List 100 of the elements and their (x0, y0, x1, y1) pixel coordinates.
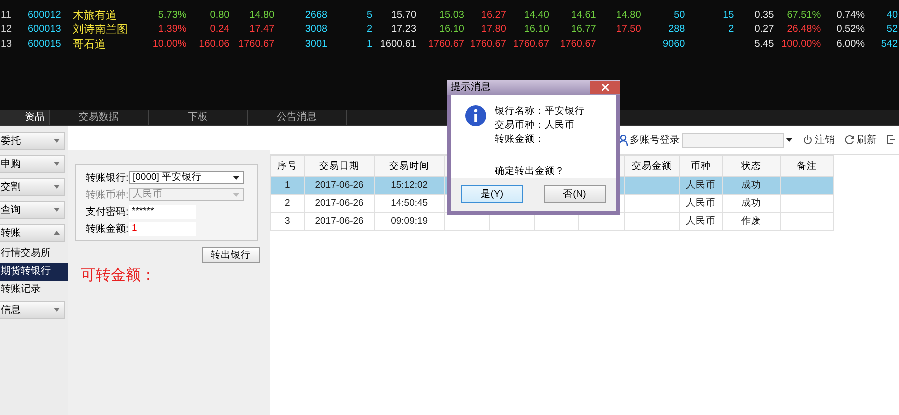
table-cell: 作废 (741, 216, 762, 227)
sidebar-item[interactable]: 委托 (0, 132, 65, 150)
stock-name: 刘诗南兰图 (72, 22, 129, 38)
table-cell: 成功 (741, 198, 762, 209)
quote-value: 17.80 (481, 24, 506, 36)
quote-value: 52 (886, 24, 898, 36)
quote-value: 6.00% (836, 38, 866, 50)
tab[interactable]: 资品 (0, 110, 50, 125)
dialog-question: 确定转出金额？ (495, 164, 566, 178)
toolbar-button[interactable]: 刷新 (845, 133, 877, 147)
quote-value: 1760.67 (513, 38, 550, 50)
stock-code: 600015 (26, 38, 62, 50)
sidebar-item[interactable]: 信息 (0, 301, 65, 319)
chevron-down-icon (54, 139, 60, 143)
quote-value: 0.74% (836, 10, 866, 21)
quote-value: 542 (881, 38, 898, 50)
quote-value: 17.23 (392, 24, 417, 36)
quote-value: 14.80 (616, 10, 642, 21)
stock-name: 木旅有道 (72, 8, 118, 23)
quote-value: 0.24 (210, 24, 230, 36)
quote-value: 50 (674, 10, 686, 21)
column-header: 状态 (741, 160, 762, 172)
field-label: 转账币种: (86, 188, 126, 202)
chevron-down-icon (54, 308, 60, 312)
dialog-button[interactable]: 否(N) (544, 185, 606, 204)
quote-value: 1760.67 (238, 38, 275, 50)
password-field[interactable]: ****** (129, 204, 196, 218)
power-icon (803, 135, 813, 145)
amount-field[interactable]: 1 (129, 222, 196, 236)
column-header: 备注 (797, 160, 818, 172)
table-cell: 2017-06-26 (315, 216, 364, 227)
table-cell: 14:50:45 (391, 198, 428, 209)
quote-value: 1760.67 (560, 38, 596, 50)
chevron-up-icon (54, 231, 60, 235)
table-cell: 2 (284, 198, 290, 209)
quote-value: 2 (367, 24, 373, 36)
table-cell: 15:12:02 (391, 180, 428, 191)
sidebar-item[interactable]: 查询 (0, 201, 65, 219)
row-number: 12 (0, 24, 14, 36)
chevron-down-icon (54, 208, 60, 212)
info-icon (465, 104, 487, 127)
quote-value: 5.45 (754, 38, 774, 50)
column-header: 交易时间 (390, 160, 430, 172)
column-header: 币种 (691, 160, 712, 172)
table-cell: 成功 (741, 180, 762, 191)
quote-value: 15 (723, 10, 734, 21)
quote-value: 0.52% (836, 24, 866, 36)
caret-icon (786, 138, 793, 142)
quote-value: 3008 (305, 24, 328, 36)
quote-value: 67.51% (787, 10, 822, 21)
field-label: 支付密码: (86, 206, 126, 218)
account-login-label: 多账号登录 (630, 134, 680, 147)
dialog-button[interactable]: 是(Y) (461, 185, 524, 204)
quote-value: 5.73% (158, 10, 187, 21)
quote-value: 2668 (305, 10, 328, 21)
toolbar-button[interactable]: 注销 (803, 133, 835, 147)
quote-value: 9060 (663, 38, 686, 50)
exit-icon[interactable] (887, 135, 895, 145)
quote-value: 1760.67 (470, 38, 506, 50)
quote-value: 14.61 (571, 10, 596, 21)
field-label: 转账金额: (86, 222, 126, 236)
table-cell: 1 (284, 180, 290, 191)
close-button[interactable] (590, 80, 620, 94)
sidebar-subitem[interactable]: 行情交易所 (0, 245, 68, 263)
quote-value: 40 (886, 10, 898, 21)
close-icon (602, 84, 608, 91)
quote-value: 16.10 (524, 24, 550, 36)
table-cell: 2017-06-26 (315, 198, 364, 209)
table-cell: 人民币 (686, 198, 716, 209)
table-cell: 09:09:19 (391, 216, 428, 227)
dialog-text: 交易币种：人民币 (495, 118, 576, 132)
column-header: 交易金额 (632, 160, 672, 172)
column-header: 交易日期 (320, 160, 360, 172)
transfer-button[interactable]: 转出银行 (202, 247, 260, 263)
quote-value: 17.47 (250, 24, 275, 36)
quote-value: 100.00% (782, 38, 822, 50)
column-header: 序号 (278, 160, 298, 172)
quote-value: 1.39% (158, 24, 187, 36)
person-icon (619, 134, 628, 146)
table-cell: 人民币 (686, 180, 716, 191)
quote-value: 17.50 (616, 24, 642, 36)
dialog-text: 银行名称：平安银行 (495, 104, 585, 118)
quote-value: 14.80 (250, 10, 275, 21)
quote-value: 16.77 (571, 24, 596, 36)
row-number: 13 (0, 38, 14, 50)
sidebar-item[interactable]: 申购 (0, 155, 65, 173)
dialog-title: 提示消息 (451, 80, 491, 94)
quote-value: 14.40 (524, 10, 550, 21)
available-amount-label: 可转金额： (81, 266, 157, 285)
sidebar-subitem[interactable]: 转账记录 (0, 281, 68, 299)
sidebar-item[interactable]: 交割 (0, 178, 65, 196)
stock-code: 600012 (26, 10, 62, 21)
quote-value: 10.00% (152, 38, 187, 50)
quote-value: 15.70 (392, 10, 417, 21)
sidebar-item[interactable]: 转账 (0, 224, 65, 242)
dialog-text: 转账金额： (495, 132, 546, 146)
chevron-down-icon (54, 185, 60, 189)
field-label: 转账银行: (86, 172, 126, 184)
select-field[interactable]: [0000] 平安银行 (129, 171, 244, 184)
sidebar-subitem[interactable]: 期货转银行 (0, 263, 68, 281)
